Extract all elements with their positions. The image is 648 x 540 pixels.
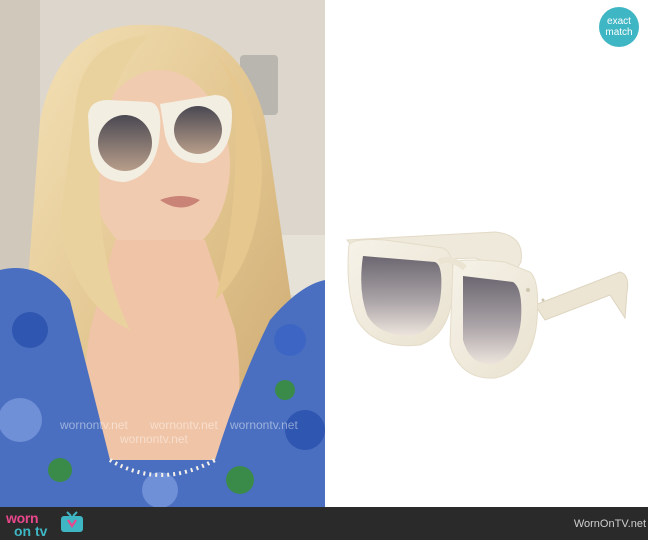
watermark: wornontv.net [150, 418, 218, 432]
wornontv-logo[interactable]: worn on tv [6, 508, 86, 539]
badge-line-exact: exact [607, 16, 631, 27]
exact-match-badge: exact match [599, 7, 639, 47]
product-image [325, 0, 648, 507]
watermark: wornontv.net [60, 418, 128, 432]
watermark: wornontv.net [120, 432, 188, 446]
tv-icon [60, 511, 84, 533]
footer-bar [0, 507, 648, 540]
watermark: wornontv.net [230, 418, 298, 432]
logo-text-on-tv: on tv [14, 523, 48, 539]
badge-line-match: match [605, 27, 633, 38]
site-label[interactable]: WornOnTV.net [574, 518, 646, 530]
sunglasses-product-illustration [345, 231, 629, 379]
